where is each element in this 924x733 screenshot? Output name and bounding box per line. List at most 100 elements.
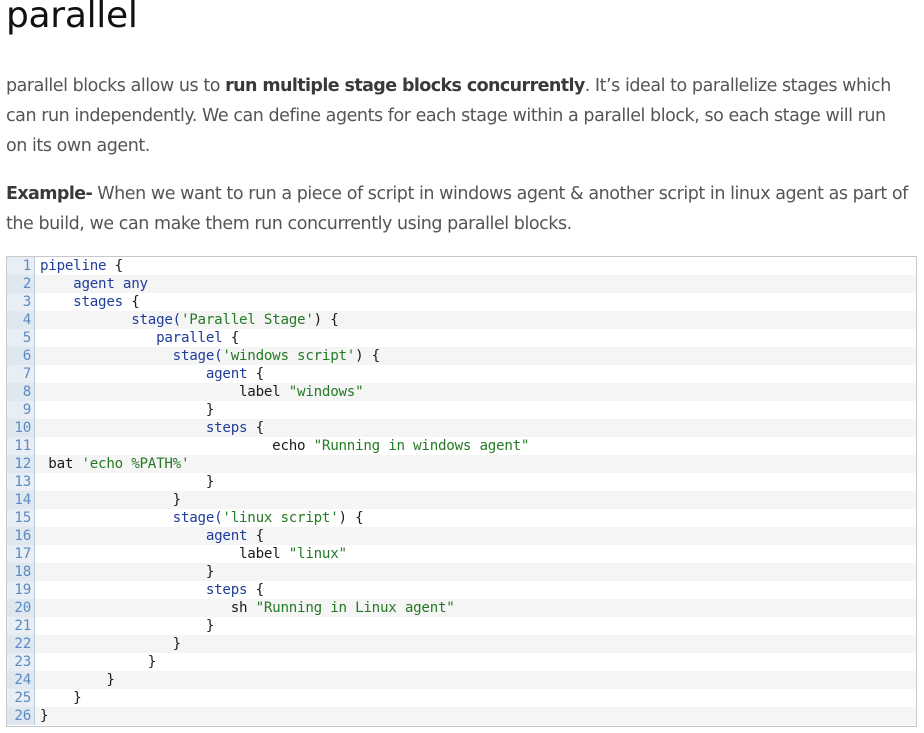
code-line: 7 agent { [7,365,916,383]
code-token: steps [205,420,248,436]
code-token: stage( [131,312,181,328]
code-token: steps [205,582,248,598]
line-number: 11 [7,437,35,455]
example-label: Example- [6,184,93,204]
line-number: 10 [7,419,35,437]
code-token: label [40,546,289,562]
code-token: { [122,294,140,310]
line-number: 1 [7,257,35,275]
line-number: 9 [7,401,35,419]
intro-paragraph: parallel blocks allow us to run multiple… [6,71,911,161]
code-token: 'echo %PATH%' [81,456,190,472]
code-token: stage( [172,510,223,526]
line-number: 22 [7,635,35,653]
article: parallel parallel blocks allow us to run… [0,0,924,733]
code-token: agent any [73,276,148,292]
line-number: 21 [7,617,35,635]
code-token: stages [73,294,123,310]
line-number: 12 [7,455,35,473]
code-text: sh "Running in Linux agent" [40,599,455,617]
code-token: stage( [172,348,223,364]
code-line: 19 steps { [7,581,916,599]
code-line: 5 parallel { [7,329,916,347]
intro-text-start: parallel blocks allow us to [6,76,226,96]
code-block[interactable]: 1 pipeline {2 agent any 3 stages {4 stage(… [6,256,917,727]
code-line: 9 } [7,401,916,419]
code-text: stage('windows script') { [40,347,381,365]
code-token: { [247,420,265,436]
code-token: { [106,258,124,274]
line-number: 5 [7,329,35,347]
code-line: 20 sh "Running in Linux agent" [7,599,916,617]
line-number: 25 [7,689,35,707]
code-token: echo [40,438,314,454]
code-token: { [247,582,265,598]
code-token: { [222,330,240,346]
line-number: 24 [7,671,35,689]
code-text: bat 'echo %PATH%' [40,455,189,473]
code-line: 6 stage('windows script') { [7,347,916,365]
code-token: } [40,654,157,670]
code-line: 11 echo "Running in windows agent" [7,437,916,455]
code-token: agent [205,366,248,382]
code-line: 18 } [7,563,916,581]
line-number: 20 [7,599,35,617]
code-token: agent [205,528,248,544]
code-line: 8 label "windows" [7,383,916,401]
page-title: parallel [6,0,138,36]
code-token: 'Parallel Stage' [180,312,314,328]
code-line: 23 } [7,653,916,671]
code-token: "windows" [288,384,364,400]
code-line: 14 } [7,491,916,509]
code-text: } [40,563,215,581]
line-number: 2 [7,275,35,293]
line-number: 19 [7,581,35,599]
line-number: 6 [7,347,35,365]
code-token: "Running in Linux agent" [255,600,455,616]
code-token: ) { [313,312,339,328]
line-number: 26 [7,707,35,725]
code-text: } [40,707,49,725]
code-token: pipeline [40,258,107,274]
code-token: } [40,672,115,688]
code-token: { [247,366,265,382]
code-text: stage('Parallel Stage') { [40,311,339,329]
code-line: 2 agent any [7,275,916,293]
code-line: 24 } [7,671,916,689]
code-token: label [40,384,289,400]
code-text: steps { [40,419,264,437]
line-number: 4 [7,311,35,329]
code-text: steps { [40,581,264,599]
code-token: "linux" [288,546,347,562]
line-number: 18 [7,563,35,581]
code-text: parallel { [40,329,239,347]
code-token: ) { [355,348,380,364]
example-text: When we want to run a piece of script in… [6,184,908,234]
code-text: } [40,635,182,653]
code-token: } [40,708,49,724]
code-text: } [40,491,182,509]
code-token: } [40,474,215,490]
code-line: 15 stage('linux script') { [7,509,916,527]
code-line: 1 pipeline { [7,257,916,275]
line-number: 7 [7,365,35,383]
code-token: 'linux script' [222,510,339,526]
code-line: 16 agent { [7,527,916,545]
code-text: } [40,473,215,491]
code-line: 13 } [7,473,916,491]
code-line: 22 } [7,635,916,653]
code-line: 21 } [7,617,916,635]
code-token: 'windows script' [222,348,356,364]
code-text: agent { [40,365,264,383]
code-text: } [40,401,215,419]
line-number: 15 [7,509,35,527]
code-text: stage('linux script') { [40,509,364,527]
code-text: label "windows" [40,383,364,401]
